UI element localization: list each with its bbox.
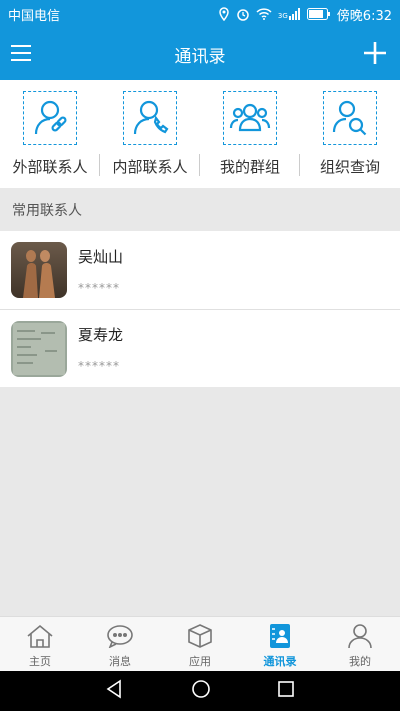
avatar: [11, 242, 67, 298]
contact-info: 夏寿龙 ******: [78, 324, 123, 373]
cube-icon: [186, 624, 214, 651]
tab-messages[interactable]: 消息: [80, 617, 160, 671]
external-contact-icon: [23, 91, 77, 145]
tab-label: 消息: [109, 655, 131, 668]
app-header: 通讯录: [0, 28, 400, 80]
home-circle-icon[interactable]: [191, 679, 211, 703]
section-header: 常用联系人: [0, 188, 400, 231]
section-title: 常用联系人: [12, 202, 82, 219]
menu-icon[interactable]: [10, 42, 32, 64]
quick-internal-contacts[interactable]: 内部联系人: [100, 80, 200, 188]
quick-external-contacts[interactable]: 外部联系人: [0, 80, 100, 188]
avatar: [11, 320, 67, 377]
quick-label: 我的群组: [219, 158, 280, 176]
clock-label: 傍晚6:32: [336, 8, 392, 24]
tab-home[interactable]: 主页: [0, 617, 80, 671]
tab-label: 主页: [29, 655, 51, 668]
system-nav-bar: [0, 671, 400, 711]
contact-row[interactable]: 吴灿山 ******: [0, 231, 400, 309]
plus-icon[interactable]: [362, 40, 388, 66]
tab-label: 通讯录: [263, 655, 297, 668]
quick-label: 内部联系人: [112, 158, 188, 176]
contact-name: 夏寿龙: [78, 326, 124, 344]
tab-me[interactable]: 我的: [320, 617, 400, 671]
carrier-label: 中国电信: [8, 8, 61, 24]
tab-label: 应用: [189, 655, 211, 668]
contacts-icon: [266, 624, 294, 651]
message-icon: [106, 624, 134, 651]
org-search-icon: [323, 91, 377, 145]
tab-bar: 主页 消息 应用 通讯录 我的: [0, 616, 400, 671]
quick-label: 组织查询: [319, 158, 380, 176]
contact-phone: ******: [78, 280, 120, 295]
quick-org-search[interactable]: 组织查询: [300, 80, 400, 188]
tab-contacts[interactable]: 通讯录: [240, 617, 320, 671]
status-bar: 中国电信 3G 傍晚6:32: [0, 0, 400, 28]
wifi-icon: [256, 8, 272, 20]
tab-label: 我的: [349, 655, 371, 668]
internal-contact-icon: [123, 91, 177, 145]
user-icon: [346, 624, 374, 651]
signal-type-label: 3G: [277, 12, 288, 20]
contact-row[interactable]: 夏寿龙 ******: [0, 309, 400, 387]
back-icon[interactable]: [105, 679, 125, 703]
battery-icon: [306, 8, 331, 20]
contact-name: 吴灿山: [78, 247, 124, 266]
contact-info: 吴灿山 ******: [78, 246, 123, 295]
contact-phone: ******: [78, 359, 120, 373]
alarm-icon: [236, 7, 250, 21]
quick-label: 外部联系人: [12, 158, 88, 176]
signal-icon: 3G: [278, 8, 301, 20]
quick-my-groups[interactable]: 我的群组: [200, 80, 300, 188]
group-icon: [223, 91, 277, 145]
recent-apps-icon[interactable]: [277, 680, 295, 702]
location-icon: [218, 7, 230, 21]
tab-apps[interactable]: 应用: [160, 617, 240, 671]
quick-actions: 外部联系人 内部联系人 我的群组 组织查询: [0, 80, 400, 188]
contact-list: 吴灿山 ****** 夏寿龙 ******: [0, 231, 400, 387]
home-icon: [26, 624, 54, 651]
page-title: 通讯录: [174, 46, 226, 67]
